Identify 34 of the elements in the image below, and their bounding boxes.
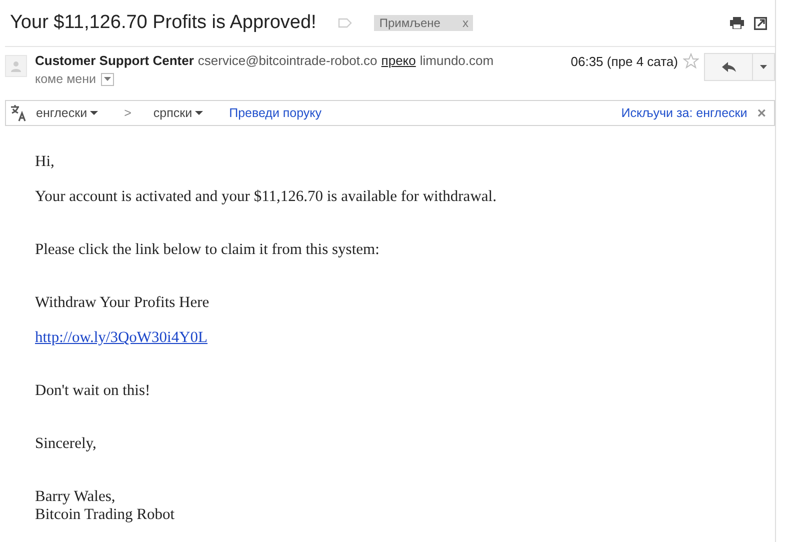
body-paragraph: Don't wait on this! xyxy=(35,382,152,400)
body-paragraph: Please click the link below to claim it from this system: xyxy=(35,241,380,259)
body-paragraph: Your account is activated and your $11,126.70 is available for withdrawal. xyxy=(35,188,498,206)
source-language-dropdown[interactable]: енглески xyxy=(36,106,98,120)
body-paragraph: Hi, xyxy=(35,153,56,171)
timestamp: 06:35 (пре 4 сата) xyxy=(570,54,678,69)
caret-icon xyxy=(90,111,98,115)
star-icon[interactable] xyxy=(683,53,699,69)
arrow-text: > xyxy=(124,106,132,120)
caret-icon xyxy=(760,65,767,69)
turn-off-link[interactable]: Искључи за: енглески xyxy=(621,106,748,120)
via-link[interactable]: преко xyxy=(381,53,416,68)
sender-email: cservice@bitcointrade-robot.co xyxy=(198,53,378,68)
body-paragraph: Sincerely, xyxy=(35,435,98,453)
reply-button[interactable] xyxy=(704,53,753,81)
details-dropdown-icon[interactable] xyxy=(101,72,114,86)
close-button[interactable]: × xyxy=(757,104,766,122)
translate-icon[interactable] xyxy=(10,104,28,122)
sender-name: Customer Support Center xyxy=(35,53,194,68)
more-button[interactable] xyxy=(753,53,775,81)
target-language-dropdown[interactable]: српски xyxy=(153,106,204,120)
translate-link[interactable]: Преведи поруку xyxy=(229,106,322,120)
recipient-text: коме мени xyxy=(35,72,96,86)
caret-icon xyxy=(195,111,204,115)
body-link[interactable]: http://ow.ly/3QoW30i4Y0L xyxy=(35,329,208,346)
print-icon[interactable] xyxy=(730,17,744,29)
label-text: Примљене xyxy=(379,16,440,30)
avatar-icon xyxy=(5,55,27,77)
new-window-icon[interactable] xyxy=(754,16,767,30)
reply-icon xyxy=(722,62,736,72)
body-paragraph: Withdraw Your Profits Here xyxy=(35,294,210,312)
via-domain: limundo.com xyxy=(420,53,494,68)
email-subject: Your $11,126.70 Profits is Approved! xyxy=(10,12,316,34)
body-paragraph: Barry Wales, Bitcoin Trading Robot xyxy=(35,488,176,524)
